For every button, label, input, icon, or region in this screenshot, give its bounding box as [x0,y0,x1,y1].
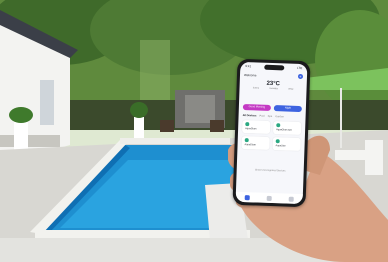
tab-all-devices[interactable]: All Devices [243,114,257,117]
device-icon [276,123,281,128]
device-name: AquaGlam [244,143,256,147]
weather-details: Sunny Humidity Wind [248,87,299,91]
device-icon [245,122,250,127]
weather-card: 23°C Sunny Humidity Wind [248,80,299,91]
device-icon [244,138,249,143]
device-card[interactable]: AquaGlam Set [272,121,302,136]
bottom-nav [235,191,303,205]
app-header-title: Welcome [243,72,257,77]
device-icon [275,139,280,144]
weather-detail: Wind [288,88,294,91]
device-name: AquaGlam [245,127,257,131]
add-device-button[interactable]: + [297,73,304,80]
tab-spa[interactable]: Spa [268,115,273,118]
weather-detail: Humidity [269,87,278,91]
device-name: AquaStar [275,144,286,148]
profile-icon[interactable] [288,196,295,202]
device-tabs: All Devices Pool Spa Garden [243,114,302,119]
scene-button-night[interactable]: Night [273,105,302,113]
device-card[interactable]: AquaGlam [241,135,270,150]
status-time: 9:41 [245,64,252,69]
phone-screen: 9:41 LTE Welcome + 23°C Sunny Humidity W… [235,61,308,205]
unrecognized-devices-link[interactable]: Show Unrecognized Devices [241,168,300,173]
smartphone: 9:41 LTE Welcome + 23°C Sunny Humidity W… [232,58,311,208]
backyard-pool-illustration [0,0,388,262]
device-card[interactable]: AquaStar [272,137,301,152]
pool-scene-photo: 9:41 LTE Welcome + 23°C Sunny Humidity W… [0,0,388,262]
tab-pool[interactable]: Pool [259,115,264,118]
status-signal: LTE [296,65,303,71]
scenes-icon[interactable] [266,195,272,201]
home-icon[interactable] [244,194,250,200]
weather-detail: Sunny [252,87,259,90]
device-name: AquaGlam Set [276,128,292,132]
scene-button-good-morning[interactable]: Good Morning [242,103,271,111]
device-grid: AquaGlam AquaGlam Set AquaGlam AquaStar [241,119,302,152]
scene-buttons: Good Morning Night [242,103,302,113]
device-card[interactable]: AquaGlam [241,119,271,134]
app-header: Welcome + [243,72,304,80]
tab-garden[interactable]: Garden [275,115,284,118]
